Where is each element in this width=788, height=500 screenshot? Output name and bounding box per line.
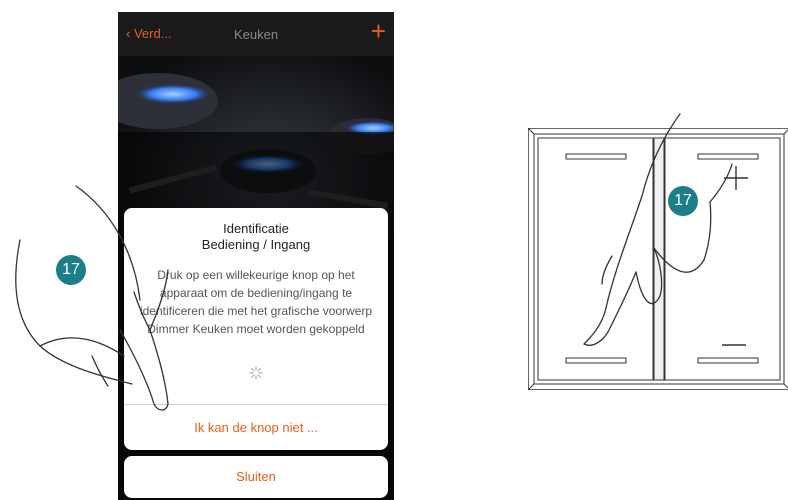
step-badge: 17 — [56, 255, 86, 285]
left-pointing-hand-icon — [15, 185, 169, 411]
add-button[interactable]: + — [371, 18, 386, 44]
right-pointing-hand-icon — [583, 113, 733, 346]
right-bottom-button-mark — [697, 357, 759, 364]
left-bottom-button-mark — [565, 357, 627, 364]
close-button[interactable]: Sluiten — [124, 456, 388, 498]
loading-spinner-icon — [249, 366, 263, 380]
close-sheet: Sluiten — [124, 456, 388, 498]
step-badge: 17 — [668, 186, 698, 216]
page-title: Keuken — [233, 27, 279, 42]
navigation-bar: ‹ Verd... Keuken + — [118, 12, 394, 56]
